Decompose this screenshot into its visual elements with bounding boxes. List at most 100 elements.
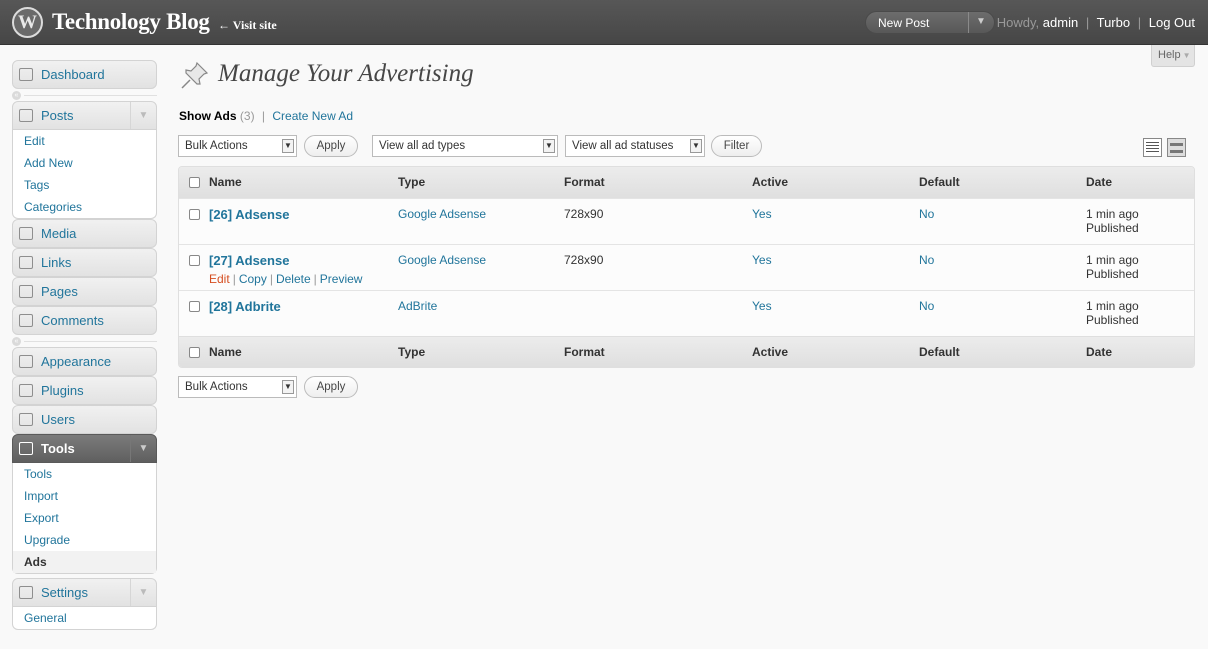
apply-button-top[interactable]: Apply: [304, 135, 358, 157]
howdy-text: Howdy,: [996, 15, 1040, 30]
menu-settings[interactable]: Settings ▼: [12, 578, 157, 607]
column-footer-default[interactable]: Default: [919, 345, 960, 359]
new-post-dropdown[interactable]: New Post ▼: [865, 11, 995, 34]
column-header-active[interactable]: Active: [752, 175, 788, 189]
edit-link[interactable]: Edit: [209, 272, 230, 286]
list-view-icon[interactable]: [1143, 138, 1162, 157]
ad-date: 1 min ago Published: [1086, 299, 1139, 327]
submenu-item-edit[interactable]: Edit: [13, 130, 156, 152]
menu-pages[interactable]: Pages: [12, 277, 157, 306]
menu-plugins[interactable]: Plugins: [12, 376, 157, 405]
chevron-down-icon[interactable]: ▼: [130, 435, 156, 462]
chevron-down-icon: ▼: [690, 139, 702, 153]
menu-appearance[interactable]: Appearance: [12, 347, 157, 376]
excerpt-view-icon[interactable]: [1167, 138, 1186, 157]
delete-link[interactable]: Delete: [276, 272, 311, 286]
row-checkbox[interactable]: [189, 255, 200, 266]
column-footer-date[interactable]: Date: [1086, 345, 1112, 359]
column-footer-type[interactable]: Type: [398, 345, 425, 359]
column-header-format[interactable]: Format: [564, 175, 605, 189]
menu-label: Plugins: [41, 383, 84, 398]
row-checkbox[interactable]: [189, 209, 200, 220]
visit-site-link[interactable]: ← Visit site: [218, 18, 277, 33]
filter-button[interactable]: Filter: [711, 135, 762, 157]
new-post-label[interactable]: New Post: [878, 16, 929, 30]
chevron-down-icon[interactable]: ▼: [130, 579, 156, 606]
ad-name-link[interactable]: [26] Adsense: [209, 207, 289, 222]
submenu-item-upgrade[interactable]: Upgrade: [13, 529, 156, 551]
ad-type-link[interactable]: AdBrite: [398, 299, 437, 313]
ad-format: 728x90: [564, 253, 604, 267]
appearance-icon: [19, 355, 33, 368]
menu-links[interactable]: Links: [12, 248, 157, 277]
ad-type-link[interactable]: Google Adsense: [398, 207, 486, 221]
create-new-ad-link[interactable]: Create New Ad: [272, 109, 353, 123]
select-all-checkbox[interactable]: [189, 347, 200, 358]
bulk-actions-select-top[interactable]: Bulk Actions ▼: [178, 135, 297, 157]
ad-default-link[interactable]: No: [919, 253, 934, 267]
chevron-down-icon: ▼: [282, 380, 294, 394]
column-header-date[interactable]: Date: [1086, 175, 1112, 189]
select-all-checkbox[interactable]: [189, 177, 200, 188]
ad-name-link[interactable]: [27] Adsense: [209, 253, 289, 268]
ad-types-select[interactable]: View all ad types ▼: [372, 135, 558, 157]
chevron-down-icon[interactable]: ▼: [976, 16, 986, 27]
tools-icon: [19, 442, 33, 455]
ad-active-link[interactable]: Yes: [752, 207, 772, 221]
submenu-item-categories[interactable]: Categories: [13, 196, 156, 218]
ad-date: 1 min ago Published: [1086, 253, 1139, 281]
submenu-item-tags[interactable]: Tags: [13, 174, 156, 196]
menu-posts[interactable]: Posts ▼: [12, 101, 157, 130]
ad-type-link[interactable]: Google Adsense: [398, 253, 486, 267]
column-footer-format[interactable]: Format: [564, 345, 605, 359]
chevron-down-icon[interactable]: ▼: [130, 102, 156, 129]
menu-dashboard[interactable]: Dashboard: [12, 60, 157, 89]
preview-link[interactable]: Preview: [320, 272, 363, 286]
menu-comments[interactable]: Comments: [12, 306, 157, 335]
help-tab[interactable]: Help ▼: [1151, 45, 1195, 67]
ad-default-link[interactable]: No: [919, 299, 934, 313]
status-text: Published: [1086, 267, 1139, 281]
table-row: [28] Adbrite AdBrite Yes No 1 min ago Pu…: [179, 290, 1194, 336]
status-text: Published: [1086, 313, 1139, 327]
bulk-actions-select-bottom[interactable]: Bulk Actions ▼: [178, 376, 297, 398]
column-footer-active[interactable]: Active: [752, 345, 788, 359]
column-header-default[interactable]: Default: [919, 175, 960, 189]
chevron-down-icon: ▼: [543, 139, 555, 153]
logout-link[interactable]: Log Out: [1149, 15, 1195, 30]
collapse-arrow-icon[interactable]: «: [12, 91, 21, 100]
help-label[interactable]: Help: [1158, 49, 1181, 61]
menu-media[interactable]: Media: [12, 219, 157, 248]
column-header-type[interactable]: Type: [398, 175, 425, 189]
submenu-item-import[interactable]: Import: [13, 485, 156, 507]
table-footer: Name Type Format Active Default Date: [179, 336, 1194, 367]
select-value: View all ad types: [379, 140, 466, 152]
submenu-item-general[interactable]: General: [13, 607, 156, 629]
submenu-item-tools[interactable]: Tools: [13, 463, 156, 485]
column-footer-name[interactable]: Name: [209, 345, 242, 359]
copy-link[interactable]: Copy: [239, 272, 267, 286]
ad-default-link[interactable]: No: [919, 207, 934, 221]
date-text: 1 min ago: [1086, 299, 1139, 313]
menu-label: Dashboard: [41, 67, 105, 82]
ad-statuses-select[interactable]: View all ad statuses ▼: [565, 135, 705, 157]
ad-active-link[interactable]: Yes: [752, 253, 772, 267]
apply-button-bottom[interactable]: Apply: [304, 376, 358, 398]
column-header-name[interactable]: Name: [209, 175, 242, 189]
submenu-item-add-new[interactable]: Add New: [13, 152, 156, 174]
collapse-arrow-icon[interactable]: «: [12, 337, 21, 346]
row-checkbox[interactable]: [189, 301, 200, 312]
wordpress-logo-icon[interactable]: W: [12, 7, 43, 38]
show-ads-link[interactable]: Show Ads: [179, 109, 237, 123]
menu-tools[interactable]: Tools ▼: [12, 434, 157, 463]
submenu-item-ads[interactable]: Ads: [13, 551, 156, 573]
dropdown-separator: [968, 12, 969, 33]
turbo-link[interactable]: Turbo: [1097, 15, 1130, 30]
plug-icon: [19, 384, 33, 397]
site-title[interactable]: Technology Blog: [52, 9, 210, 35]
menu-users[interactable]: Users: [12, 405, 157, 434]
ad-name-link[interactable]: [28] Adbrite: [209, 299, 281, 314]
submenu-item-export[interactable]: Export: [13, 507, 156, 529]
ad-active-link[interactable]: Yes: [752, 299, 772, 313]
username-link[interactable]: admin: [1043, 15, 1078, 30]
